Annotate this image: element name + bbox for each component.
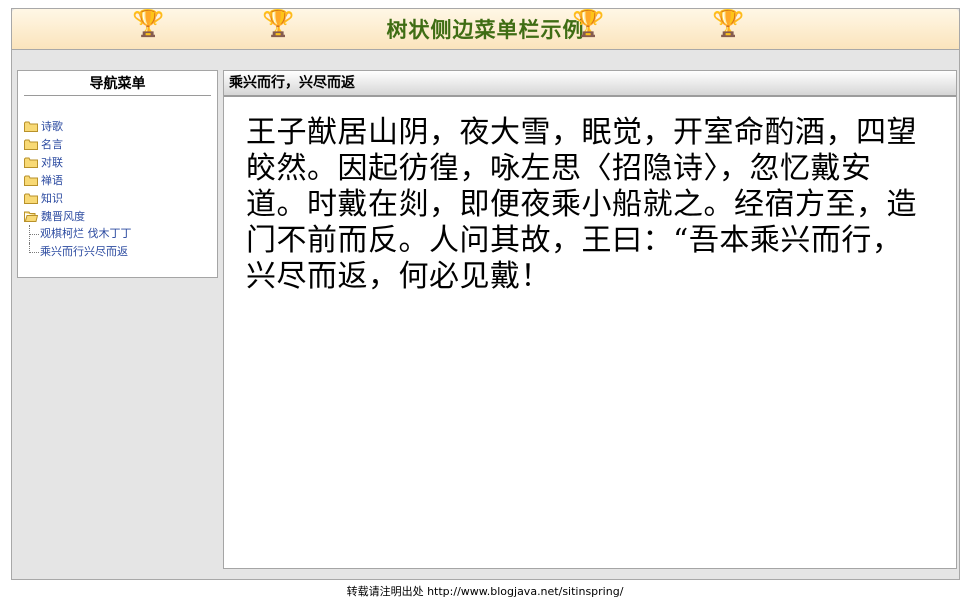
tree-connector: [29, 243, 39, 253]
menu-item-poetry[interactable]: 诗歌: [24, 117, 132, 135]
trophy-decoration-icon: 🏆: [132, 9, 165, 39]
page-frame: 🏆 🏆 🏆 🏆 树状侧边菜单栏示例 导航菜单 诗歌 名言 对联 禅语 知识 魏晋…: [11, 8, 960, 580]
menu-item-label: 魏晋风度: [41, 210, 85, 223]
open-folder-icon: [24, 211, 38, 222]
content-title: 乘兴而行，兴尽而返: [224, 71, 956, 97]
page-title: 树状侧边菜单栏示例: [386, 17, 585, 42]
menu-item-zen[interactable]: 禅语: [24, 171, 132, 189]
submenu-item-weiqi[interactable]: 观棋柯烂 伐木丁丁: [24, 225, 132, 243]
menu-item-label: 诗歌: [41, 120, 63, 133]
menu-item-label: 对联: [41, 156, 63, 169]
tree-connector: [29, 225, 39, 235]
menu-item-couplets[interactable]: 对联: [24, 153, 132, 171]
submenu-item-label: 乘兴而行兴尽而返: [40, 245, 128, 258]
footer-note: 转载请注明出处 http://www.blogjava.net/sitinspr…: [346, 585, 624, 598]
folder-icon: [24, 121, 38, 132]
menu-item-label: 禅语: [41, 174, 63, 187]
trophy-decoration-icon: 🏆: [572, 9, 605, 39]
submenu-item-label: 观棋柯烂 伐木丁丁: [40, 227, 132, 240]
trophy-decoration-icon: 🏆: [712, 9, 745, 39]
tree-connector: [29, 234, 30, 243]
menu-item-quotes[interactable]: 名言: [24, 135, 132, 153]
sidebar-title: 导航菜单: [24, 75, 211, 96]
submenu-item-chengxing[interactable]: 乘兴而行兴尽而返: [24, 243, 132, 261]
menu-item-knowledge[interactable]: 知识: [24, 189, 132, 207]
article-text: 王子猷居山阴，夜大雪，眠觉，开室命酌酒，四望皎然。因起彷徨，咏左思〈招隐诗〉，忽…: [246, 115, 917, 294]
navigation-sidebar: 导航菜单 诗歌 名言 对联 禅语 知识 魏晋风度 观棋柯烂 伐木丁丁 乘兴而行兴…: [17, 70, 218, 278]
menu-tree: 诗歌 名言 对联 禅语 知识 魏晋风度 观棋柯烂 伐木丁丁 乘兴而行兴尽而返: [24, 117, 132, 261]
trophy-decoration-icon: 🏆: [262, 9, 295, 39]
folder-icon: [24, 175, 38, 186]
folder-icon: [24, 139, 38, 150]
folder-icon: [24, 157, 38, 168]
menu-item-label: 知识: [41, 192, 63, 205]
content-panel: 乘兴而行，兴尽而返 王子猷居山阴，夜大雪，眠觉，开室命酌酒，四望皎然。因起彷徨，…: [223, 70, 957, 569]
page-header: 🏆 🏆 🏆 🏆 树状侧边菜单栏示例: [12, 9, 959, 50]
menu-item-label: 名言: [41, 138, 63, 151]
menu-item-weijin[interactable]: 魏晋风度: [24, 207, 132, 225]
folder-icon: [24, 193, 38, 204]
